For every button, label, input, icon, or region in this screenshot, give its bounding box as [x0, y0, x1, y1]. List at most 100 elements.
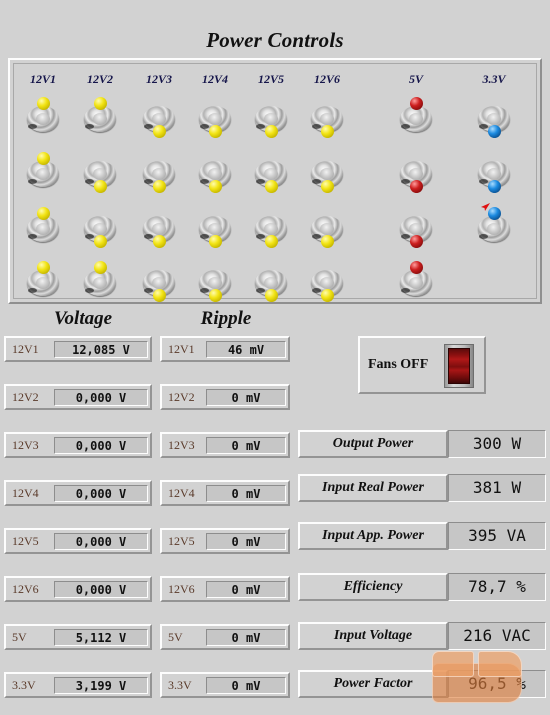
ripple-reading-row: 5V 0 mV — [160, 624, 290, 650]
toggle-knob — [321, 235, 334, 248]
switch-column-header-12v3: 12V3 — [145, 72, 172, 86]
toggle-switch-12v4-row3[interactable] — [198, 208, 232, 252]
toggle-shadow — [479, 179, 488, 184]
toggle-knob — [153, 180, 166, 193]
toggle-shadow — [28, 234, 37, 239]
voltage-reading-row: 12V6 0,000 V — [4, 576, 152, 602]
toggle-switch-12v6-row4[interactable] — [310, 262, 344, 306]
toggle-switch-12v3-row4[interactable] — [142, 262, 176, 306]
toggle-switch-5v-row2[interactable] — [399, 153, 433, 197]
toggle-switch-12v5-row1[interactable] — [254, 98, 288, 142]
toggle-knob — [488, 180, 501, 193]
toggle-shadow — [312, 234, 321, 239]
switch-column-header-12v6: 12V6 — [313, 72, 340, 86]
toggle-switch-12v6-row2[interactable] — [310, 153, 344, 197]
toggle-switch-3-3v-row1[interactable] — [477, 98, 511, 142]
ripple-reading-value: 0 mV — [206, 677, 286, 694]
toggle-switch-12v2-row1[interactable] — [83, 97, 117, 142]
toggle-shadow — [200, 288, 209, 293]
toggle-shadow — [200, 124, 209, 129]
voltage-reading-value: 0,000 V — [54, 389, 148, 406]
toggle-shadow — [479, 234, 488, 239]
toggle-knob — [153, 289, 166, 302]
metric-label-input-app-power: Input App. Power — [298, 522, 448, 550]
voltage-reading-value: 3,199 V — [54, 677, 148, 694]
voltage-reading-label: 12V4 — [12, 486, 39, 500]
toggle-switch-12v1-row1[interactable] — [26, 97, 60, 142]
ripple-section-heading: Ripple — [200, 308, 252, 329]
toggle-switch-12v2-row4[interactable] — [83, 261, 117, 306]
metric-label-output-power: Output Power — [298, 430, 448, 458]
toggle-switch-5v-row3[interactable] — [399, 208, 433, 252]
toggle-switch-5v-row4[interactable] — [399, 261, 433, 306]
metric-label-efficiency: Efficiency — [298, 573, 448, 601]
voltage-reading-value: 12,085 V — [54, 341, 148, 358]
toggle-switch-12v4-row4[interactable] — [198, 262, 232, 306]
ripple-reading-label: 12V3 — [168, 438, 195, 452]
voltage-reading-row: 3.3V 3,199 V — [4, 672, 152, 698]
voltage-reading-value: 0,000 V — [54, 485, 148, 502]
ripple-reading-label: 12V5 — [168, 534, 195, 548]
toggle-knob — [265, 289, 278, 302]
toggle-shadow — [256, 124, 265, 129]
toggle-switch-12v3-row2[interactable] — [142, 153, 176, 197]
ripple-reading-row: 12V1 46 mV — [160, 336, 290, 362]
toggle-shadow — [401, 124, 410, 129]
toggle-switch-12v5-row2[interactable] — [254, 153, 288, 197]
toggle-switch-12v2-row3[interactable] — [83, 208, 117, 252]
toggle-knob — [209, 180, 222, 193]
ripple-reading-value: 0 mV — [206, 629, 286, 646]
toggle-switch-12v6-row1[interactable] — [310, 98, 344, 142]
toggle-switch-12v3-row3[interactable] — [142, 208, 176, 252]
metric-value-output-power: 300 W — [448, 430, 546, 458]
switch-column-header-12v5: 12V5 — [257, 72, 284, 86]
toggle-switch-12v4-row1[interactable] — [198, 98, 232, 142]
toggle-switch-12v4-row2[interactable] — [198, 153, 232, 197]
switch-column-header-3-3v: 3.3V — [482, 72, 506, 86]
toggle-switch-12v5-row4[interactable] — [254, 262, 288, 306]
toggle-switch-12v6-row3[interactable] — [310, 208, 344, 252]
toggle-switch-12v1-row4[interactable] — [26, 261, 60, 306]
toggle-switch-5v-row1[interactable] — [399, 97, 433, 142]
toggle-knob — [209, 235, 222, 248]
toggle-knob — [94, 261, 107, 274]
metric-value-efficiency: 78,7 % — [448, 573, 546, 601]
voltage-reading-row: 12V5 0,000 V — [4, 528, 152, 554]
ripple-reading-label: 12V6 — [168, 582, 195, 596]
voltage-reading-label: 12V6 — [12, 582, 39, 596]
toggle-knob — [94, 235, 107, 248]
toggle-knob — [37, 97, 50, 110]
toggle-shadow — [479, 124, 488, 129]
toggle-shadow — [312, 288, 321, 293]
ripple-reading-value: 46 mV — [206, 341, 286, 358]
toggle-switch-12v1-row2[interactable] — [26, 152, 60, 197]
toggle-shadow — [401, 234, 410, 239]
voltage-reading-label: 12V3 — [12, 438, 39, 452]
toggle-knob — [321, 180, 334, 193]
metric-value-input-real-power: 381 W — [448, 474, 546, 502]
toggle-knob — [488, 125, 501, 138]
ripple-reading-label: 3.3V — [168, 678, 192, 692]
fans-rocker-switch[interactable] — [444, 344, 474, 388]
switch-column-header-5v: 5V — [408, 72, 423, 86]
ripple-reading-row: 12V2 0 mV — [160, 384, 290, 410]
toggle-shadow — [200, 179, 209, 184]
toggle-shadow — [144, 179, 153, 184]
toggle-knob — [410, 180, 423, 193]
toggle-switch-12v1-row3[interactable] — [26, 207, 60, 252]
fans-control-box[interactable]: Fans OFF — [358, 336, 486, 394]
toggle-shadow — [144, 234, 153, 239]
ripple-reading-row: 12V6 0 mV — [160, 576, 290, 602]
toggle-switch-12v3-row1[interactable] — [142, 98, 176, 142]
toggle-shadow — [200, 234, 209, 239]
toggle-shadow — [401, 288, 410, 293]
toggle-switch-3-3v-row2[interactable] — [477, 153, 511, 197]
toggle-knob — [37, 207, 50, 220]
metric-label-power-factor: Power Factor — [298, 670, 448, 698]
toggle-switch-12v5-row3[interactable] — [254, 208, 288, 252]
voltage-reading-row: 5V 5,112 V — [4, 624, 152, 650]
ripple-reading-value: 0 mV — [206, 533, 286, 550]
ripple-reading-value: 0 mV — [206, 485, 286, 502]
toggle-switch-12v2-row2[interactable] — [83, 153, 117, 197]
toggle-shadow — [256, 179, 265, 184]
